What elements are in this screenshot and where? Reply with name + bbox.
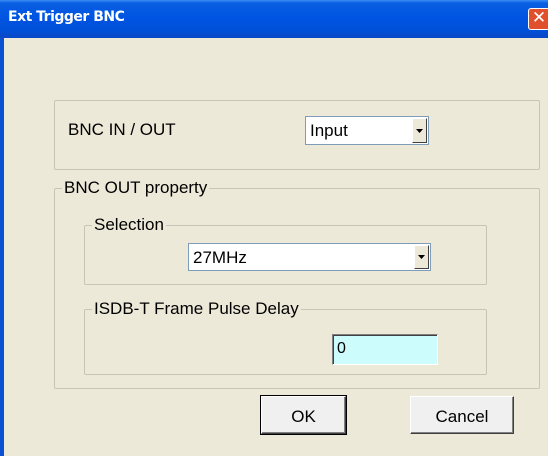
selection-group: Selection 27MHz	[84, 215, 487, 285]
isdb-group: ISDB-T Frame Pulse Delay 0	[84, 299, 487, 375]
bnc-io-group: BNC IN / OUT Input	[54, 100, 540, 170]
bnc-out-legend: BNC OUT property	[62, 178, 210, 198]
chevron-down-icon[interactable]	[412, 118, 427, 143]
bnc-io-label: BNC IN / OUT	[68, 120, 176, 139]
isdb-delay-input[interactable]: 0	[332, 334, 438, 365]
chevron-down-icon[interactable]	[414, 245, 429, 269]
dialog-window: Ext Trigger BNC ✕ BNC IN / OUT Input BNC…	[0, 0, 548, 456]
ok-button[interactable]: OK	[260, 395, 347, 435]
window-title: Ext Trigger BNC	[8, 9, 125, 25]
dialog-body: BNC IN / OUT Input BNC OUT property Sele…	[0, 38, 548, 456]
ok-button-label: OK	[291, 407, 316, 426]
close-icon: ✕	[531, 8, 547, 28]
cancel-button-label: Cancel	[435, 407, 489, 426]
close-button[interactable]: ✕	[528, 8, 548, 30]
title-bar[interactable]: Ext Trigger BNC ✕	[0, 0, 548, 38]
bnc-io-selected-value: Input	[310, 121, 348, 140]
isdb-delay-value: 0	[337, 340, 346, 357]
selection-selected-value: 27MHz	[193, 248, 247, 267]
cancel-button[interactable]: Cancel	[410, 396, 514, 434]
selection-legend: Selection	[92, 215, 166, 235]
bnc-io-dropdown[interactable]: Input	[305, 116, 429, 145]
selection-dropdown[interactable]: 27MHz	[188, 243, 431, 271]
isdb-legend: ISDB-T Frame Pulse Delay	[92, 299, 301, 319]
bnc-out-group: BNC OUT property Selection 27MHz ISDB-T …	[54, 178, 540, 389]
